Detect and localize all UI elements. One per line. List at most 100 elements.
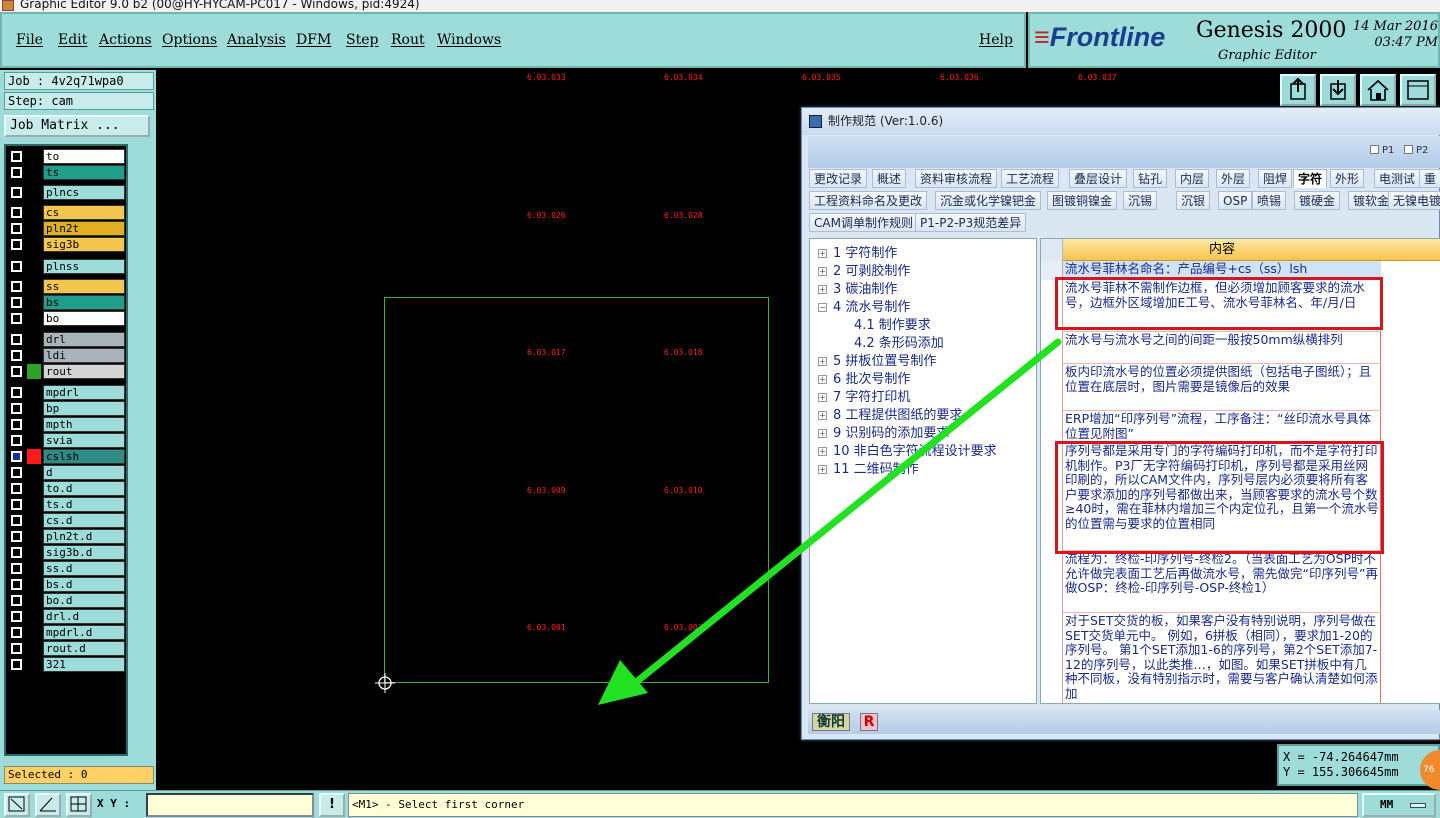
menu-dfm[interactable]: DFM	[296, 32, 331, 48]
export-icon[interactable]	[1280, 74, 1316, 106]
layer-checkbox[interactable]	[11, 366, 22, 377]
tree-subitem[interactable]: 4.1 制作要求	[854, 314, 931, 333]
grid-snap-icon[interactable]	[66, 793, 92, 817]
tab-7[interactable]: 内层	[1175, 169, 1210, 188]
tab-5[interactable]: 沉银	[1176, 191, 1211, 210]
layer-checkbox[interactable]	[11, 167, 22, 178]
layer-row[interactable]: plncs	[8, 185, 126, 200]
tab-11[interactable]: 外形	[1330, 169, 1365, 188]
layer-checkbox[interactable]	[11, 281, 22, 292]
layer-row[interactable]: plnss	[8, 259, 126, 274]
menu-actions[interactable]: Actions	[99, 32, 152, 48]
tab-6[interactable]: 钻孔	[1133, 169, 1168, 188]
menu-file[interactable]: File	[16, 32, 43, 48]
tab-2[interactable]: P1-P2-P3规范差异	[915, 213, 1027, 232]
tab-10[interactable]: 字符	[1293, 169, 1328, 188]
layer-checkbox[interactable]	[11, 483, 22, 494]
tab-12[interactable]: 电测试	[1374, 169, 1421, 188]
layer-checkbox[interactable]	[11, 531, 22, 542]
layer-checkbox[interactable]	[11, 350, 22, 361]
tree-item[interactable]: +1 字符制作	[818, 242, 897, 261]
layer-checkbox[interactable]	[11, 261, 22, 272]
tree-item[interactable]: −4 流水号制作	[818, 296, 910, 315]
tab-6[interactable]: OSP	[1218, 191, 1253, 210]
layer-checkbox[interactable]	[11, 627, 22, 638]
job-matrix-button[interactable]: Job Matrix ...	[4, 115, 150, 137]
layer-row[interactable]: mpdrl.d	[8, 625, 126, 640]
tab-3[interactable]: 图镀铜镍金	[1047, 191, 1118, 210]
layer-row[interactable]: ts	[8, 165, 126, 180]
menu-step[interactable]: Step	[346, 32, 378, 48]
menu-windows[interactable]: Windows	[437, 32, 501, 48]
layer-row[interactable]: ss	[8, 279, 126, 294]
layer-row[interactable]: to	[8, 149, 126, 164]
tab-1[interactable]: CAM调单制作规则	[809, 213, 918, 232]
layer-row[interactable]: bs.d	[8, 577, 126, 592]
layer-row[interactable]: to.d	[8, 481, 126, 496]
layer-checkbox[interactable]	[11, 419, 22, 430]
layer-row[interactable]: pln2t	[8, 221, 126, 236]
tab-5[interactable]: 叠层设计	[1069, 169, 1128, 188]
layer-row[interactable]: pln2t.d	[8, 529, 126, 544]
grid-cell[interactable]: 对于SET交货的板，如果客户没有特别说明，序列号做在SET交货单元中。 例如，6…	[1063, 613, 1381, 703]
layer-row[interactable]: mpth	[8, 417, 126, 432]
tab-7[interactable]: 喷锡	[1252, 191, 1287, 210]
layer-row[interactable]: rout	[8, 364, 126, 379]
layer-row[interactable]: drl.d	[8, 609, 126, 624]
layer-checkbox[interactable]	[11, 499, 22, 510]
tab-8[interactable]: 镀硬金	[1294, 191, 1341, 210]
layer-checkbox[interactable]	[11, 563, 22, 574]
layer-row[interactable]: drl	[8, 332, 126, 347]
layer-row[interactable]: sig3b	[8, 237, 126, 252]
tab-8[interactable]: 外层	[1216, 169, 1251, 188]
layer-checkbox[interactable]	[11, 451, 22, 462]
layer-checkbox[interactable]	[11, 387, 22, 398]
zoom-window-icon[interactable]	[4, 793, 30, 817]
tab-3[interactable]: 资料审核流程	[915, 169, 998, 188]
p1-checkbox[interactable]: P1	[1370, 145, 1394, 156]
layer-checkbox[interactable]	[11, 515, 22, 526]
layer-row[interactable]: rout.d	[8, 641, 126, 656]
tab-13[interactable]: 重	[1419, 169, 1440, 188]
tree-expander-icon[interactable]: +	[818, 285, 827, 294]
grid-cell[interactable]: 流程为：终检-印序列号-终检2。（当表面工艺为OSP时不允许做完表面工艺后再做流…	[1063, 551, 1381, 613]
menu-edit[interactable]: Edit	[58, 32, 87, 48]
layer-checkbox[interactable]	[11, 223, 22, 234]
layer-checkbox[interactable]	[11, 334, 22, 345]
tree-item[interactable]: +3 碳油制作	[818, 278, 897, 297]
layer-checkbox[interactable]	[11, 207, 22, 218]
layer-row[interactable]: sig3b.d	[8, 545, 126, 560]
menu-options[interactable]: Options	[162, 32, 217, 48]
layer-row[interactable]: ts.d	[8, 497, 126, 512]
tree-expander-icon[interactable]: +	[818, 267, 827, 276]
menu-help[interactable]: Help	[979, 32, 1013, 48]
tab-4[interactable]: 沉锡	[1123, 191, 1158, 210]
grid-cell[interactable]: 流水号与流水号之间的间距一般按50mm纵横排列	[1063, 332, 1381, 364]
dialog-title[interactable]: 制作规范 (Ver:1.0.6)	[802, 108, 1440, 135]
layer-row[interactable]: bs	[8, 295, 126, 310]
menu-analysis[interactable]: Analysis	[227, 32, 286, 48]
layer-row[interactable]: bo.d	[8, 593, 126, 608]
units-selector[interactable]: MM	[1362, 793, 1436, 817]
layer-row[interactable]: svia	[8, 433, 126, 448]
layer-row[interactable]: bo	[8, 311, 126, 326]
layer-checkbox[interactable]	[11, 611, 22, 622]
layer-row[interactable]: cs.d	[8, 513, 126, 528]
xy-input[interactable]	[146, 793, 314, 817]
layer-row[interactable]: mpdrl	[8, 385, 126, 400]
layer-checkbox[interactable]	[11, 643, 22, 654]
layer-checkbox[interactable]	[11, 579, 22, 590]
tab-9[interactable]: 阻焊	[1258, 169, 1293, 188]
tab-1[interactable]: 工程资料命名及更改	[809, 191, 928, 210]
home-icon[interactable]	[1360, 74, 1396, 106]
measure-icon[interactable]	[35, 793, 61, 817]
layer-checkbox[interactable]	[11, 435, 22, 446]
window-layout-icon[interactable]	[1400, 74, 1436, 106]
layer-row[interactable]: d	[8, 465, 126, 480]
layer-checkbox[interactable]	[11, 187, 22, 198]
tab-2[interactable]: 概述	[872, 169, 907, 188]
layer-checkbox[interactable]	[11, 313, 22, 324]
layer-checkbox[interactable]	[11, 239, 22, 250]
tab-10[interactable]: 无镍电镀	[1388, 191, 1440, 210]
tree-item[interactable]: +2 可剥胶制作	[818, 260, 910, 279]
